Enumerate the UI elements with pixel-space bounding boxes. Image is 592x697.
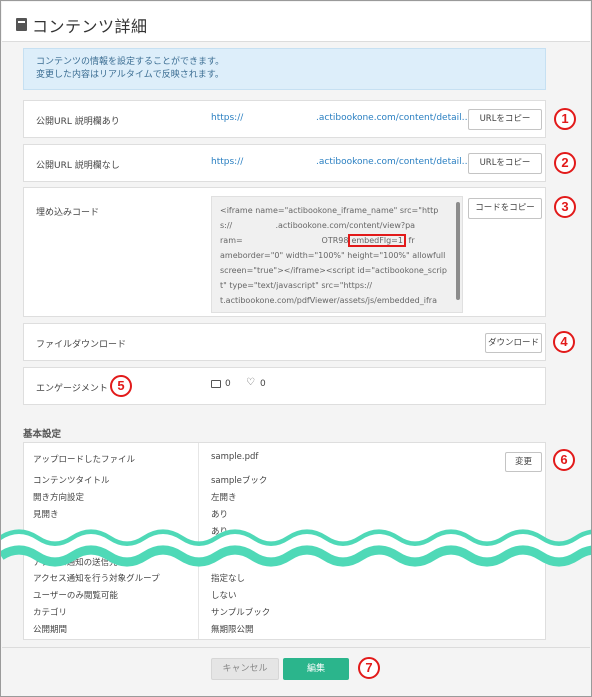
info-line-1: コンテンツの情報を設定することができます。	[36, 57, 225, 67]
copy-code-button[interactable]: コードをコピー	[468, 198, 542, 219]
public-url-with-desc-label: 公開URL 説明欄あり	[36, 117, 120, 127]
footer-divider	[2, 647, 590, 648]
engagement-row: エンゲージメント 5 0 ♡ 0	[23, 367, 546, 405]
setting-value-content-title: sampleブック	[211, 476, 268, 486]
setting-label-category: カテゴリ	[33, 608, 68, 618]
setting-label-open-direction: 開き方向設定	[33, 493, 85, 503]
embed-flag-highlight: embedFlg=1	[348, 234, 406, 247]
code-line-3-tail: fr	[405, 236, 415, 245]
setting-label-publish-period: 公開期間	[33, 625, 68, 635]
code-line-2: s:// .actibookone.com/content/view?pa	[220, 221, 416, 230]
omission-wave	[1, 529, 591, 567]
engagement-label: エンゲージメント	[36, 384, 108, 394]
code-line-6: t" type="text/javascript" src="https://	[220, 281, 373, 290]
info-line-2: 変更した内容はリアルタイムで反映されます。	[36, 70, 224, 80]
page-title: コンテンツ詳細	[32, 17, 148, 36]
setting-value-publish-period: 無期限公開	[211, 625, 254, 635]
public-url-no-desc-link-start[interactable]: https://	[211, 157, 243, 167]
edit-button[interactable]: 編集	[283, 658, 349, 680]
badge-4: 4	[553, 331, 575, 353]
public-url-no-desc-link-end[interactable]: .actibookone.com/content/detail…	[316, 157, 471, 167]
content-detail-page: コンテンツ詳細 コンテンツの情報を設定することができます。 変更した内容はリアル…	[0, 0, 592, 697]
book-icon	[16, 18, 27, 31]
code-line-3-text: ram= OTR98	[220, 236, 349, 245]
cancel-button[interactable]: キャンセル	[211, 658, 279, 680]
public-url-no-desc-row: 公開URL 説明欄なし https:// .actibookone.com/co…	[23, 144, 546, 182]
embed-code-textarea[interactable]: <iframe name="actibookone_iframe_name" s…	[211, 196, 463, 313]
embed-scrollbar[interactable]	[456, 202, 460, 300]
setting-value-open-direction: 左開き	[211, 493, 237, 503]
comment-count: 0	[225, 379, 231, 389]
basic-settings-heading: 基本設定	[23, 429, 62, 440]
change-file-button[interactable]: 変更	[505, 452, 542, 472]
page-header: コンテンツ詳細	[2, 2, 590, 42]
heart-icon: ♡	[246, 377, 255, 388]
public-url-no-desc-label: 公開URL 説明欄なし	[36, 161, 120, 171]
public-url-with-desc-link-end[interactable]: .actibookone.com/content/detail…	[316, 113, 471, 123]
badge-5: 5	[110, 375, 132, 397]
badge-6: 6	[553, 449, 575, 471]
comment-icon	[211, 380, 221, 388]
setting-value-user-only: しない	[211, 591, 237, 601]
setting-value-category: サンプルブック	[211, 608, 271, 618]
code-line-5: screen="true"></iframe><script id="actib…	[220, 266, 447, 275]
badge-3: 3	[554, 196, 576, 218]
badge-2: 2	[554, 152, 576, 174]
embed-code-label: 埋め込みコード	[36, 208, 100, 218]
copy-url-button-2[interactable]: URLをコピー	[468, 153, 542, 174]
setting-label-uploaded-file: アップロードしたファイル	[33, 455, 136, 465]
download-button[interactable]: ダウンロード	[485, 333, 542, 353]
like-count: 0	[260, 379, 266, 389]
badge-1: 1	[554, 108, 576, 130]
info-message: コンテンツの情報を設定することができます。 変更した内容はリアルタイムで反映され…	[23, 48, 546, 90]
file-download-row: ファイルダウンロード ダウンロード	[23, 323, 546, 361]
code-line-7: t.actibookone.com/pdfViewer/assets/js/em…	[220, 296, 437, 305]
public-url-with-desc-row: 公開URL 説明欄あり https:// .actibookone.com/co…	[23, 100, 546, 138]
badge-7: 7	[358, 657, 380, 679]
public-url-with-desc-link-start[interactable]: https://	[211, 113, 243, 123]
file-download-label: ファイルダウンロード	[36, 340, 127, 350]
code-line-4: ameborder="0" width="100%" height="100%"…	[220, 251, 446, 260]
code-line-1: <iframe name="actibookone_iframe_name" s…	[220, 206, 439, 215]
code-line-3: ram= OTR98 embedFlg=1 fr	[220, 233, 454, 248]
setting-value-uploaded-file: sample.pdf	[211, 452, 259, 462]
setting-label-content-title: コンテンツタイトル	[33, 476, 110, 486]
wave-bottom	[1, 545, 591, 567]
setting-label-user-only: ユーザーのみ閲覧可能	[33, 591, 118, 601]
copy-url-button-1[interactable]: URLをコピー	[468, 109, 542, 130]
embed-code-row: 埋め込みコード <iframe name="actibookone_iframe…	[23, 187, 546, 317]
